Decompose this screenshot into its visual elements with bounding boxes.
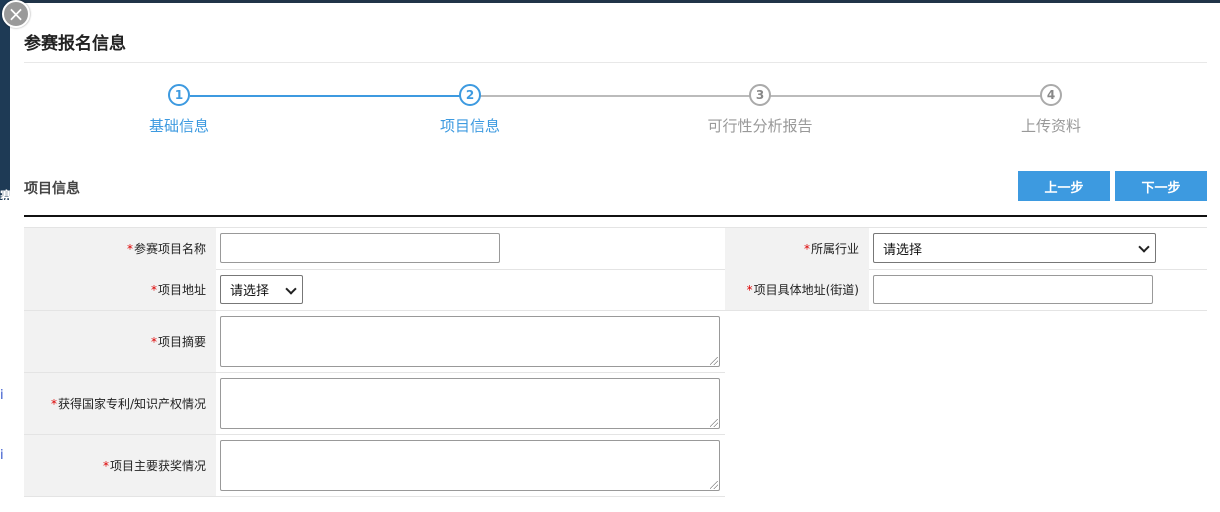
form-row: * 项目地址 请选择 * 项目具体地址(街道) (24, 269, 1207, 311)
registration-dialog: 参赛报名信息 1 基础信息 2 项目信息 3 可行性分析报告 4 上传资料 项目… (10, 3, 1220, 512)
label-text: 参赛项目名称 (133, 242, 206, 256)
project-name-input[interactable] (220, 233, 500, 263)
label-text: 项目地址 (157, 283, 206, 297)
form-row: * 项目主要获奖情况 (24, 435, 725, 497)
step-project-info[interactable]: 2 项目信息 (380, 81, 560, 136)
step-label: 上传资料 (1020, 117, 1081, 135)
chevron-down-icon (1138, 241, 1150, 253)
summary-textarea[interactable] (220, 316, 720, 367)
required-mark: * (803, 241, 810, 256)
required-mark: * (102, 458, 109, 473)
step-label: 项目信息 (439, 117, 500, 135)
prev-step-button[interactable]: 上一步 (1018, 171, 1110, 201)
project-name-label: * 参赛项目名称 (24, 228, 216, 269)
select-value: 请选择 (230, 284, 270, 299)
backdrop-banner-text: 赛 (0, 190, 10, 205)
label-text: 项目主要获奖情况 (109, 459, 206, 473)
label-text: 获得国家专利/知识产权情况 (57, 397, 206, 411)
form-row: * 项目摘要 (24, 311, 725, 373)
form-row: * 获得国家专利/知识产权情况 (24, 373, 725, 435)
step-number: 2 (459, 84, 481, 106)
label-text: 项目具体地址(街道) (753, 283, 859, 297)
chevron-down-icon (285, 282, 297, 295)
industry-label: * 所属行业 (725, 228, 869, 269)
awards-label: * 项目主要获奖情况 (24, 435, 216, 496)
required-mark: * (50, 396, 57, 411)
resize-grip-icon[interactable] (710, 357, 718, 365)
section-divider (24, 215, 1207, 217)
step-feasibility-report[interactable]: 3 可行性分析报告 (670, 81, 850, 136)
dialog-title: 参赛报名信息 (24, 34, 126, 54)
form-row: * 参赛项目名称 * 所属行业 请选择 (24, 227, 1207, 270)
step-basic-info[interactable]: 1 基础信息 (89, 81, 269, 136)
select-value: 请选择 (883, 242, 923, 258)
required-mark: * (126, 241, 133, 256)
patent-label: * 获得国家专利/知识产权情况 (24, 373, 216, 434)
required-mark: * (150, 334, 157, 349)
next-step-button[interactable]: 下一步 (1115, 171, 1207, 201)
section-title: 项目信息 (24, 181, 80, 197)
step-label: 基础信息 (148, 117, 209, 135)
resize-grip-icon[interactable] (710, 419, 718, 427)
street-address-input[interactable] (873, 275, 1153, 304)
address-label: * 项目地址 (24, 269, 216, 310)
backdrop-link[interactable]: i (0, 448, 4, 463)
patent-textarea[interactable] (220, 378, 720, 429)
summary-label: * 项目摘要 (24, 311, 216, 372)
required-mark: * (150, 282, 157, 297)
step-number: 4 (1040, 84, 1062, 106)
step-progress: 1 基础信息 2 项目信息 3 可行性分析报告 4 上传资料 (24, 81, 1207, 141)
address-select[interactable]: 请选择 (220, 275, 303, 304)
label-text: 所属行业 (810, 242, 859, 256)
step-number: 1 (168, 84, 190, 106)
resize-grip-icon[interactable] (710, 481, 718, 489)
awards-textarea[interactable] (220, 440, 720, 491)
street-address-label: * 项目具体地址(街道) (725, 269, 869, 310)
step-upload-materials[interactable]: 4 上传资料 (961, 81, 1141, 136)
backdrop-link[interactable]: i (0, 388, 4, 403)
step-label: 可行性分析报告 (707, 117, 813, 135)
title-divider (24, 62, 1207, 63)
required-mark: * (746, 282, 753, 297)
industry-select[interactable]: 请选择 (873, 233, 1156, 263)
label-text: 项目摘要 (157, 335, 206, 349)
step-number: 3 (749, 84, 771, 106)
close-icon[interactable]: × (2, 0, 30, 28)
backdrop-banner (0, 0, 10, 200)
